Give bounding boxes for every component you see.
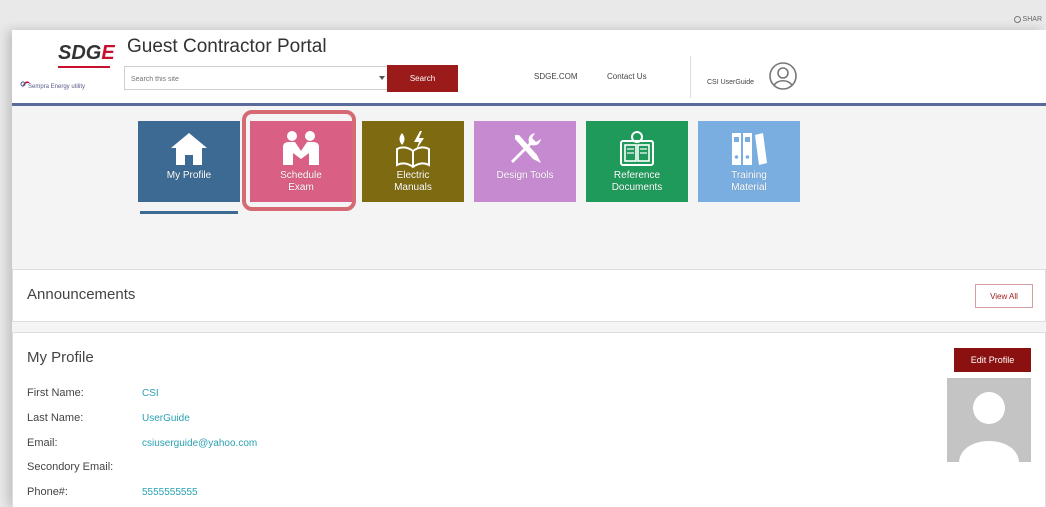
tile-label: My Profile [166,170,212,181]
active-tile-indicator [140,211,238,214]
portal-title: Guest Contractor Portal [127,36,327,57]
field-value-phone: 5555555555 [142,487,198,498]
field-value-first-name: CSI [142,388,159,399]
header-rule [12,103,1046,106]
sdge-logo[interactable]: SDGE Sempra Energy utility [20,38,120,96]
electric-manual-icon [396,131,430,169]
house-icon [171,133,207,165]
tile-reference-documents[interactable]: Reference Documents [586,121,688,202]
portal-page: SDGE Sempra Energy utility Guest Contrac… [12,30,1046,507]
view-all-button[interactable]: View All [975,284,1033,308]
tools-icon [511,133,541,163]
field-value-last-name: UserGuide [142,413,190,424]
tile-electric-manuals[interactable]: Electric Manuals [362,121,464,202]
share-icon [1013,16,1021,23]
logo-wordmark: SDGE [58,42,115,64]
edit-profile-button[interactable]: Edit Profile [954,348,1031,372]
field-label-secondary-email: Secondory Email: [27,461,114,473]
tile-my-profile[interactable]: My Profile [138,121,240,202]
profile-title: My Profile [27,349,94,366]
search-input[interactable] [125,67,373,91]
field-label-phone: Phone#: [27,486,68,498]
contact-us-link[interactable]: Contact Us [607,72,647,81]
header-divider [690,56,691,98]
logo-underline [58,66,110,68]
sdge-com-link[interactable]: SDGE.COM [534,72,578,81]
logo-tagline: Sempra Energy utility [28,84,86,90]
share-control[interactable]: SHAR [1013,16,1042,23]
tile-label: Design Tools [496,170,554,181]
announcements-panel: Announcements [12,269,1046,322]
field-label-last-name: Last Name: [27,412,84,424]
user-avatar-icon[interactable] [768,61,798,91]
site-header: SDGE Sempra Energy utility Guest Contrac… [12,30,1046,103]
tile-training-material[interactable]: Training Material [698,121,800,202]
share-label: SHAR [1022,16,1042,23]
tile-label: Electric Manuals [394,170,432,193]
search-scope-caret-icon[interactable] [379,76,385,80]
field-value-email[interactable]: csiuserguide@yahoo.com [142,438,257,449]
username[interactable]: CSI UserGuide [707,79,754,86]
reference-docs-icon [620,131,654,166]
search-box[interactable] [124,66,392,91]
search-button[interactable]: Search [387,65,458,92]
tile-label: Reference Documents [611,170,663,193]
binders-icon [732,133,767,165]
tile-design-tools[interactable]: Design Tools [474,121,576,202]
announcements-title: Announcements [27,286,136,303]
field-label-email: Email: [27,437,58,449]
highlight-callout [242,110,356,211]
field-label-first-name: First Name: [27,387,84,399]
person-silhouette-icon [959,392,1019,462]
browser-top-strip: SHAR [0,0,1046,30]
profile-picture [947,378,1031,462]
tile-label: Training Material [731,170,767,193]
